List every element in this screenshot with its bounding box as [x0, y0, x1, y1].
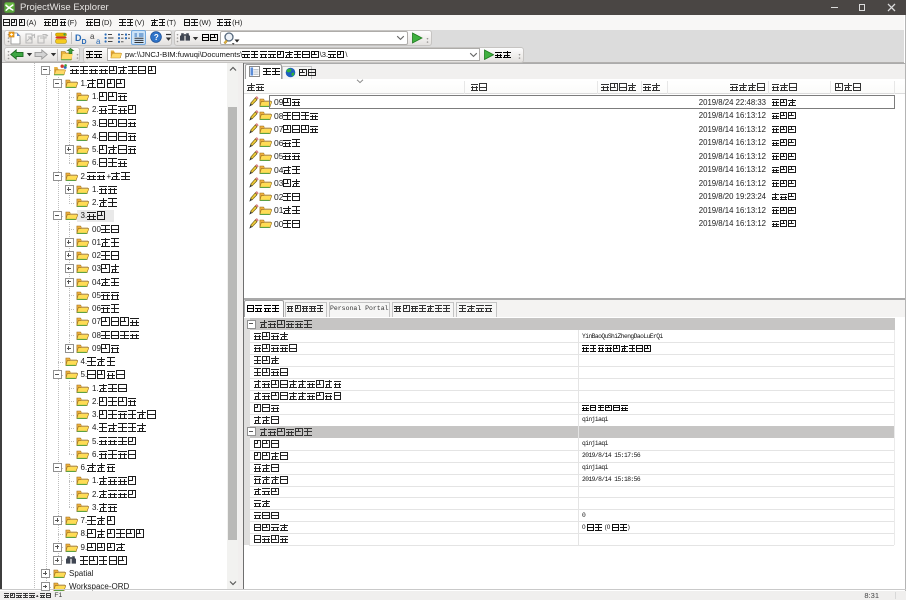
svg-text:a: a: [96, 37, 101, 45]
svg-text:D: D: [82, 39, 87, 45]
svg-text:a: a: [90, 32, 95, 41]
svg-text:?: ?: [153, 33, 158, 42]
